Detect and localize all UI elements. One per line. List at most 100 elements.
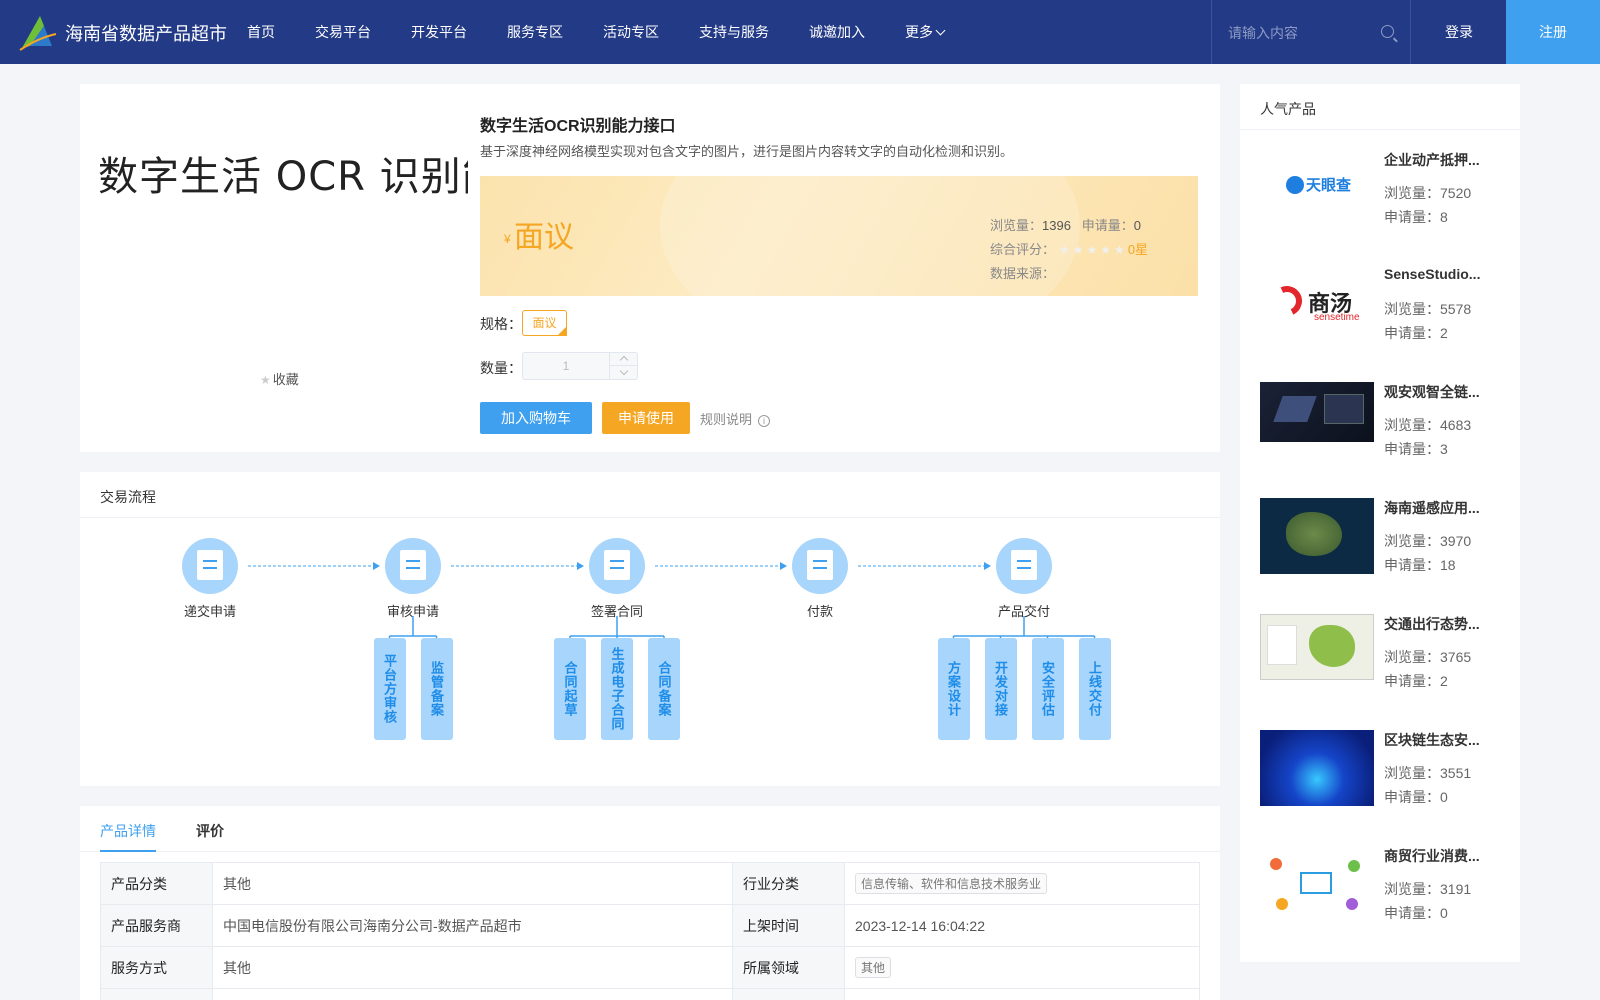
traffic-map-image[interactable] — [1260, 614, 1374, 690]
apps-count: 0 — [1440, 905, 1448, 921]
popular-product-applications: 申请量：0 — [1384, 903, 1448, 923]
popular-product-name[interactable]: 海南遥感应用... — [1384, 498, 1494, 518]
nav-service-zone[interactable]: 服务专区 — [507, 0, 563, 64]
spec-option[interactable]: 面议 — [522, 310, 567, 336]
category-tag: 信息传输、软件和信息技术服务业 — [855, 873, 1048, 894]
quantity-label: 数量： — [480, 360, 522, 376]
applications-label: 申请量： — [1081, 218, 1134, 233]
nav-activity-zone[interactable]: 活动专区 — [603, 0, 659, 64]
search-icon[interactable] — [1381, 25, 1394, 38]
blockchain-image[interactable] — [1260, 730, 1374, 806]
thumbnail-shape: sensetime — [1314, 312, 1360, 323]
product-image: 数字生活 OCR 识别能力 — [98, 154, 468, 200]
search-input[interactable] — [1228, 22, 1378, 44]
quantity-input[interactable] — [523, 353, 609, 379]
popular-product-views: 浏览量：3191 — [1384, 879, 1471, 899]
nav-more[interactable]: 更多 — [905, 0, 946, 64]
collect-label: 收藏 — [272, 372, 299, 387]
nav-home[interactable]: 首页 — [247, 0, 275, 64]
popular-product-item[interactable]: 交通出行态势... 浏览量：3765 申请量：2 — [1260, 614, 1510, 714]
table-cell — [732, 988, 845, 1000]
popular-product-views: 浏览量：7520 — [1384, 183, 1471, 203]
nav-dev-platform[interactable]: 开发平台 — [411, 0, 467, 64]
rules-link[interactable]: 规则说明 i — [700, 409, 771, 428]
category-tag: 其他 — [855, 957, 892, 978]
process-substep: 合同起草 — [554, 638, 586, 740]
popular-product-applications: 申请量：0 — [1384, 787, 1448, 807]
flow-arrow-icon — [577, 562, 584, 570]
nav-join[interactable]: 诚邀加入 — [809, 0, 865, 64]
increment-arrow-icon[interactable] — [610, 353, 638, 366]
table-cell — [100, 988, 213, 1000]
views-count: 7520 — [1440, 185, 1472, 201]
satellite-map-image[interactable] — [1260, 498, 1374, 574]
popular-product-name[interactable]: 观安观智全链... — [1384, 382, 1494, 402]
register-button[interactable]: 注册 — [1506, 0, 1600, 64]
thumbnail-shape — [1276, 898, 1288, 910]
popular-product-name[interactable]: SenseStudio... — [1384, 266, 1494, 282]
login-button[interactable]: 登录 — [1412, 0, 1506, 64]
tab-reviews[interactable]: 评价 — [196, 821, 224, 841]
thumbnail-shape — [1346, 898, 1358, 910]
price-panel: ¥ 面议 浏览量：1396 申请量：0 综合评分： ★★★★★0星 数据来源： — [480, 176, 1198, 296]
thumbnail-shape: 天眼查 — [1306, 177, 1352, 194]
popular-product-applications: 申请量：3 — [1384, 439, 1448, 459]
process-step-label: 递交申请 — [183, 604, 237, 619]
views-prefix: 浏览量： — [1384, 417, 1440, 433]
table-cell: 产品服务商 — [100, 904, 213, 947]
process-step-label: 产品交付 — [997, 604, 1051, 619]
apps-count: 0 — [1440, 789, 1448, 805]
views-prefix: 浏览量： — [1384, 533, 1440, 549]
table-cell: 产品分类 — [100, 862, 213, 905]
popular-product-item[interactable]: 海南遥感应用... 浏览量：3970 申请量：18 — [1260, 498, 1510, 598]
popular-product-applications: 申请量：2 — [1384, 671, 1448, 691]
process-header: 交易流程 — [80, 472, 1220, 518]
site-logo-icon[interactable] — [18, 12, 58, 52]
delivery-list-icon-paper — [1011, 550, 1037, 580]
dark-device-image[interactable] — [1260, 382, 1374, 458]
product-stats: 浏览量：1396 申请量：0 综合评分： ★★★★★0星 数据来源： — [990, 214, 1148, 286]
product-info-table: 产品分类 其他 行业分类 信息传输、软件和信息技术服务业 产品服务商 中国电信股份有限公司… — [100, 862, 1200, 1000]
views-prefix: 浏览量： — [1384, 185, 1440, 201]
add-to-cart-button[interactable]: 加入购物车 — [480, 402, 592, 434]
views-count: 4683 — [1440, 417, 1472, 433]
table-cell: 所属领域 — [732, 946, 845, 989]
nav-support[interactable]: 支持与服务 — [699, 0, 769, 64]
popular-product-name[interactable]: 商贸行业消费... — [1384, 846, 1494, 866]
site-title[interactable]: 海南省数据产品超市 — [65, 20, 227, 46]
sensetime-logo[interactable]: 商汤 sensetime — [1260, 266, 1374, 342]
popular-product-name[interactable]: 区块链生态安... — [1384, 730, 1494, 750]
tianyancha-logo[interactable]: 天眼查 — [1260, 150, 1374, 226]
main-nav: 首页 交易平台 开发平台 服务专区 活动专区 支持与服务 诚邀加入 更多 — [247, 0, 984, 64]
flow-arrow-icon — [984, 562, 991, 570]
quantity-arrows — [609, 353, 638, 379]
popular-product-item[interactable]: 区块链生态安... 浏览量：3551 申请量：0 — [1260, 730, 1510, 830]
info-icon: i — [758, 415, 771, 427]
popular-product-name[interactable]: 交通出行态势... — [1384, 614, 1494, 634]
apply-button[interactable]: 申请使用 — [602, 402, 690, 434]
nav-trading-platform[interactable]: 交易平台 — [315, 0, 371, 64]
popular-product-item[interactable]: 商贸行业消费... 浏览量：3191 申请量：0 — [1260, 846, 1510, 946]
tab-product-details[interactable]: 产品详情 — [100, 821, 156, 852]
table-cell: 行业分类 — [732, 862, 845, 905]
source-label: 数据来源： — [990, 266, 1056, 281]
star-icon: ★ — [260, 373, 271, 387]
rating-stars-icon: ★★★★★ — [1059, 243, 1128, 257]
popular-product-item[interactable]: 商汤 sensetime SenseStudio... 浏览量：5578 申请量：2 — [1260, 266, 1510, 366]
popular-products-header: 人气产品 — [1240, 84, 1520, 130]
thumbnail-shape — [1260, 614, 1374, 680]
popular-product-item[interactable]: 观安观智全链... 浏览量：4683 申请量：3 — [1260, 382, 1510, 482]
popular-products-title: 人气产品 — [1260, 101, 1316, 117]
decrement-arrow-icon[interactable] — [610, 366, 638, 379]
views-count: 5578 — [1440, 301, 1472, 317]
thumbnail-shape — [1260, 382, 1374, 442]
views-prefix: 浏览量： — [1384, 765, 1440, 781]
apps-count: 2 — [1440, 673, 1448, 689]
collect-button[interactable]: ★ 收藏 — [260, 369, 299, 388]
network-icons-image[interactable] — [1260, 846, 1374, 922]
popular-product-applications: 申请量：8 — [1384, 207, 1448, 227]
process-substep: 合同备案 — [648, 638, 680, 740]
popular-product-views: 浏览量：3970 — [1384, 531, 1471, 551]
popular-product-item[interactable]: 天眼查 企业动产抵押... 浏览量：7520 申请量：8 — [1260, 150, 1510, 250]
popular-product-name[interactable]: 企业动产抵押... — [1384, 150, 1494, 170]
